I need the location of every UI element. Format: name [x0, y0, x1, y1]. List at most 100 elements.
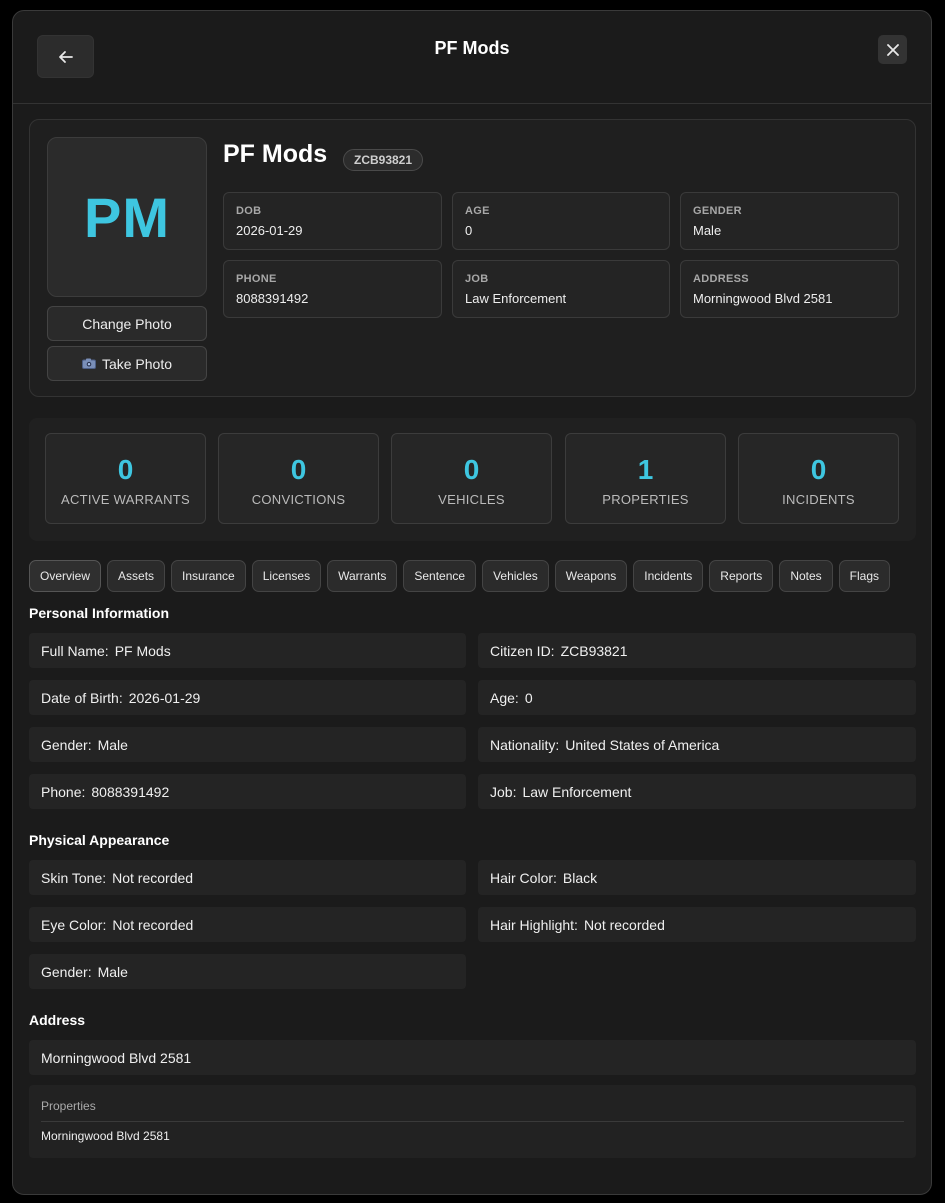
field-date-of-birth: Date of Birth: 2026-01-29: [29, 680, 466, 715]
close-button[interactable]: [878, 35, 907, 64]
field-full-name: Full Name: PF Mods: [29, 633, 466, 668]
modal-header: PF Mods: [13, 11, 931, 104]
citizen-profile-modal: PF Mods PM Change Photo Take Photo PF Mo…: [12, 10, 932, 1195]
tab-notes[interactable]: Notes: [779, 560, 833, 592]
field-age: Age: 0: [478, 680, 916, 715]
info-value: 2026-01-29: [236, 223, 303, 238]
stat-label: PROPERTIES: [602, 492, 689, 507]
change-photo-button[interactable]: Change Photo: [47, 306, 207, 341]
camera-icon: [81, 358, 96, 369]
tab-weapons[interactable]: Weapons: [554, 560, 628, 592]
field-key: Full Name:: [41, 642, 109, 659]
field-address: Morningwood Blvd 2581: [29, 1040, 916, 1075]
tab-flags[interactable]: Flags: [838, 560, 891, 592]
stat-value: 0: [810, 454, 827, 485]
field-value: ZCB93821: [560, 642, 628, 659]
citizen-id-badge: ZCB93821: [343, 149, 424, 171]
tab-incidents[interactable]: Incidents: [633, 560, 704, 592]
field-value: 8088391492: [91, 783, 170, 800]
properties-title: Properties: [41, 1085, 904, 1122]
stat-active-warrants: 0 ACTIVE WARRANTS: [45, 433, 206, 524]
property-item: Morningwood Blvd 2581: [41, 1129, 170, 1143]
info-cell-phone: PHONE 8088391492: [223, 260, 442, 318]
field-job: Job: Law Enforcement: [478, 774, 916, 809]
field-nationality: Nationality: United States of America: [478, 727, 916, 762]
profile-info-grid: DOB 2026-01-29 AGE 0 GENDER Male PHONE 8…: [223, 192, 899, 318]
change-photo-label: Change Photo: [82, 315, 172, 332]
info-value: 0: [465, 223, 473, 238]
field-gender: Gender: Male: [29, 727, 466, 762]
info-value: Male: [693, 223, 722, 238]
field-value: Morningwood Blvd 2581: [41, 1049, 192, 1066]
info-cell-address: ADDRESS Morningwood Blvd 2581: [680, 260, 899, 318]
field-key: Nationality:: [490, 736, 560, 753]
field-value: PF Mods: [114, 642, 171, 659]
stat-label: CONVICTIONS: [251, 492, 346, 507]
section-title-personal: Personal Information: [29, 605, 170, 621]
stat-vehicles: 0 VEHICLES: [391, 433, 552, 524]
field-value: Male: [97, 963, 128, 980]
field-key: Job:: [490, 783, 517, 800]
stat-convictions: 0 CONVICTIONS: [218, 433, 379, 524]
field-citizen-id: Citizen ID: ZCB93821: [478, 633, 916, 668]
tab-assets[interactable]: Assets: [107, 560, 166, 592]
close-icon: [886, 43, 899, 56]
stat-label: VEHICLES: [438, 492, 505, 507]
info-cell-age: AGE 0: [452, 192, 670, 250]
field-value: Law Enforcement: [522, 783, 632, 800]
stat-value: 1: [637, 454, 654, 485]
avatar: PM: [47, 137, 207, 297]
profile-card: PM Change Photo Take Photo PF Mods ZCB93…: [29, 119, 916, 397]
stat-properties: 1 PROPERTIES: [565, 433, 726, 524]
field-physical-gender: Gender: Male: [29, 954, 466, 989]
info-value: Morningwood Blvd 2581: [693, 291, 833, 306]
stat-label: ACTIVE WARRANTS: [61, 492, 190, 507]
field-key: Skin Tone:: [41, 869, 107, 886]
field-value: Not recorded: [112, 916, 194, 933]
field-key: Gender:: [41, 963, 92, 980]
stats-panel: 0 ACTIVE WARRANTS 0 CONVICTIONS 0 VEHICL…: [29, 418, 916, 541]
field-key: Hair Highlight:: [490, 916, 578, 933]
modal-title: PF Mods: [434, 38, 510, 58]
tab-vehicles[interactable]: Vehicles: [482, 560, 549, 592]
field-hair-highlight: Hair Highlight: Not recorded: [478, 907, 916, 942]
take-photo-label: Take Photo: [101, 355, 173, 372]
tab-sentence[interactable]: Sentence: [403, 560, 477, 592]
stat-label: INCIDENTS: [782, 492, 855, 507]
info-label: JOB: [465, 273, 489, 285]
field-key: Eye Color:: [41, 916, 107, 933]
field-key: Gender:: [41, 736, 92, 753]
field-key: Citizen ID:: [490, 642, 555, 659]
take-photo-button[interactable]: Take Photo: [47, 346, 207, 381]
tab-overview[interactable]: Overview: [29, 560, 102, 592]
properties-card: Properties Morningwood Blvd 2581: [29, 1085, 916, 1158]
tab-licenses[interactable]: Licenses: [251, 560, 322, 592]
field-value: 2026-01-29: [128, 689, 201, 706]
tab-insurance[interactable]: Insurance: [171, 560, 246, 592]
info-value: Law Enforcement: [465, 291, 567, 306]
field-skin-tone: Skin Tone: Not recorded: [29, 860, 466, 895]
info-label: GENDER: [693, 205, 742, 217]
field-value: Black: [562, 869, 598, 886]
field-value: Male: [97, 736, 128, 753]
info-label: ADDRESS: [693, 273, 749, 285]
info-label: AGE: [465, 205, 490, 217]
field-hair-color: Hair Color: Black: [478, 860, 916, 895]
tab-warrants[interactable]: Warrants: [327, 560, 398, 592]
field-value: Not recorded: [583, 916, 665, 933]
tab-bar: Overview Assets Insurance Licenses Warra…: [29, 560, 909, 593]
field-key: Phone:: [41, 783, 86, 800]
info-cell-job: JOB Law Enforcement: [452, 260, 670, 318]
person-name: PF Mods: [223, 140, 328, 168]
tab-reports[interactable]: Reports: [709, 560, 774, 592]
field-value: 0: [524, 689, 533, 706]
section-title-physical: Physical Appearance: [29, 832, 170, 848]
field-key: Date of Birth:: [41, 689, 123, 706]
section-title-address: Address: [29, 1012, 86, 1028]
stat-value: 0: [117, 454, 134, 485]
field-value: Not recorded: [112, 869, 194, 886]
stat-value: 0: [290, 454, 307, 485]
field-key: Age:: [490, 689, 519, 706]
info-cell-gender: GENDER Male: [680, 192, 899, 250]
info-value: 8088391492: [236, 291, 309, 306]
